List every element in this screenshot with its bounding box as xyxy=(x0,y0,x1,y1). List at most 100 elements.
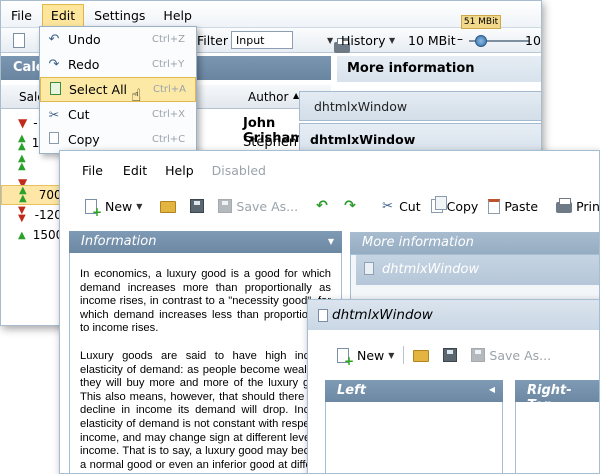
menu-disabled: Disabled xyxy=(211,162,266,178)
new-button[interactable]: New▼ xyxy=(332,344,399,368)
collapse-caret-icon[interactable]: ▼ xyxy=(328,237,334,246)
new-caret-icon[interactable]: ▼ xyxy=(136,202,142,211)
rate-label: 10 MBit xyxy=(408,33,456,48)
copy-button[interactable]: Copy xyxy=(426,195,484,217)
left-panel-body xyxy=(325,402,503,473)
save-as-icon xyxy=(471,348,486,362)
new-page-icon[interactable] xyxy=(13,32,25,48)
sub-window-1[interactable]: dhtmlxWindow xyxy=(299,91,541,121)
filter-input[interactable]: Input xyxy=(231,31,293,49)
cut-label: Cut xyxy=(399,198,421,214)
right-top-panel-body xyxy=(515,402,599,473)
menu-item-shortcut: Ctrl+A xyxy=(153,84,187,95)
slider-minus-icon[interactable]: – xyxy=(457,32,463,46)
menu-item-redo[interactable]: ↷ Redo Ctrl+Y xyxy=(40,52,196,77)
redo-icon: ↷ xyxy=(48,57,60,72)
col-author[interactable]: Author xyxy=(248,90,288,104)
menu-item-shortcut: Ctrl+C xyxy=(152,134,186,145)
inner-window[interactable]: dhtmlxWindow xyxy=(356,255,599,285)
save-as-label: Save As... xyxy=(489,347,552,363)
copy-icon xyxy=(40,132,68,147)
menu-help[interactable]: Help xyxy=(157,160,202,181)
more-info-panel-title: More information xyxy=(362,235,474,250)
new-label: New xyxy=(105,198,133,214)
information-panel-header[interactable]: Information ▼ xyxy=(69,231,342,253)
menu-edit[interactable]: Edit xyxy=(115,160,155,181)
menu-item-label: Copy xyxy=(68,132,100,147)
print-button[interactable]: Print xyxy=(551,195,600,217)
menu-item-label: Redo xyxy=(68,57,100,72)
table-row[interactable]: ▲ ▲ xyxy=(1,153,26,173)
new-button[interactable]: New▼ xyxy=(80,195,147,219)
info-paragraph-1: In economics, a luxury good is a good fo… xyxy=(80,268,331,335)
slider-tooltip: 51 MBit xyxy=(461,15,501,29)
new-caret-icon[interactable]: ▼ xyxy=(388,351,394,360)
menu-settings[interactable]: Settings xyxy=(86,5,153,26)
printer-icon xyxy=(556,198,573,213)
save-as-label: Save As... xyxy=(236,198,299,214)
menu-item-undo[interactable]: ↶ Undo Ctrl+Z xyxy=(40,27,196,52)
menu-item-select-all[interactable]: Select All Ctrl+A ☝ xyxy=(40,77,196,106)
folder-icon xyxy=(160,201,177,213)
redo-icon: ↷ xyxy=(344,198,356,214)
information-panel-body: In economics, a luxury good is a good fo… xyxy=(69,253,342,473)
save-as-icon xyxy=(218,199,233,213)
menu-file[interactable]: File xyxy=(74,160,111,181)
more-info-title: More information xyxy=(347,61,475,76)
more-info-header: More information xyxy=(337,56,541,82)
front-menubar: File Edit Help Disabled xyxy=(60,156,599,184)
undo-button[interactable]: ↶ xyxy=(311,195,339,217)
menu-item-copy[interactable]: Copy Ctrl+C xyxy=(40,127,196,152)
info-paragraph-2: Luxury goods are said to have high incom… xyxy=(80,349,331,473)
paste-icon xyxy=(488,198,501,214)
history-button[interactable]: History xyxy=(341,33,385,48)
menu-item-cut[interactable]: ✂ Cut Ctrl+X xyxy=(40,102,196,127)
information-panel-title: Information xyxy=(81,234,157,249)
slider-end-label: 100 xyxy=(525,33,541,48)
filter-label: Filter xyxy=(197,33,228,48)
paste-button[interactable]: Paste xyxy=(483,195,543,217)
paste-label: Paste xyxy=(504,198,539,214)
undo-icon: ↶ xyxy=(316,198,328,214)
copy-label: Copy xyxy=(446,198,479,214)
front-toolbar: New▼ Save As... ↶ ↷ ✂ Cut Copy Paste Prin… xyxy=(60,189,599,223)
history-caret-icon[interactable]: ▼ xyxy=(389,36,395,45)
save-button[interactable] xyxy=(185,195,213,217)
right-top-panel-header: Right-Top xyxy=(515,380,599,413)
printer-caret-icon[interactable]: ▼ xyxy=(327,36,333,45)
new-label: New xyxy=(357,347,385,363)
left-panel-header[interactable]: Left ◀ xyxy=(325,380,503,402)
double-arrow-up-icon: ▲ ▲ xyxy=(19,185,27,204)
cut-icon: ✂ xyxy=(382,198,394,214)
slider-handle[interactable] xyxy=(475,35,487,47)
table-row[interactable]: ▲ 1500 xyxy=(1,225,63,245)
table-row[interactable]: ▲ ▲ 1 xyxy=(1,133,39,153)
open-button[interactable] xyxy=(408,344,438,366)
dialog-toolbar: New▼ Save As... xyxy=(308,340,599,370)
menu-edit[interactable]: Edit xyxy=(41,3,85,27)
toolbar-separator xyxy=(403,346,405,364)
dialog-window: dhtmlxWindow New▼ Save As... Left ◀ Righ… xyxy=(307,299,600,474)
double-arrow-up-icon: ▲ ▲ xyxy=(18,133,26,152)
double-arrow-up-icon: ▲ ▲ xyxy=(18,153,26,172)
menu-file[interactable]: File xyxy=(3,5,40,26)
open-button[interactable] xyxy=(155,195,185,217)
inner-window-title: dhtmlxWindow xyxy=(382,262,480,277)
menu-item-shortcut: Ctrl+Z xyxy=(152,34,186,45)
menu-item-label: Cut xyxy=(68,107,90,122)
redo-button[interactable]: ↷ xyxy=(339,195,367,217)
collapse-left-icon[interactable]: ◀ xyxy=(489,385,495,394)
menu-help[interactable]: Help xyxy=(155,5,200,26)
cut-button[interactable]: ✂ Cut xyxy=(375,195,426,217)
save-as-button: Save As... xyxy=(466,344,556,366)
window-icon xyxy=(318,308,328,322)
save-button[interactable] xyxy=(438,344,466,366)
menu-item-shortcut: Ctrl+Y xyxy=(152,59,185,70)
save-icon xyxy=(443,348,458,362)
table-row[interactable]: ▼ ▼ -120 xyxy=(1,205,62,225)
window-icon xyxy=(364,262,374,275)
dialog-titlebar[interactable]: dhtmlxWindow xyxy=(308,300,599,330)
copy-icon xyxy=(430,196,447,213)
print-label: Print xyxy=(576,198,600,214)
sub-window-1-title: dhtmlxWindow xyxy=(314,99,408,114)
